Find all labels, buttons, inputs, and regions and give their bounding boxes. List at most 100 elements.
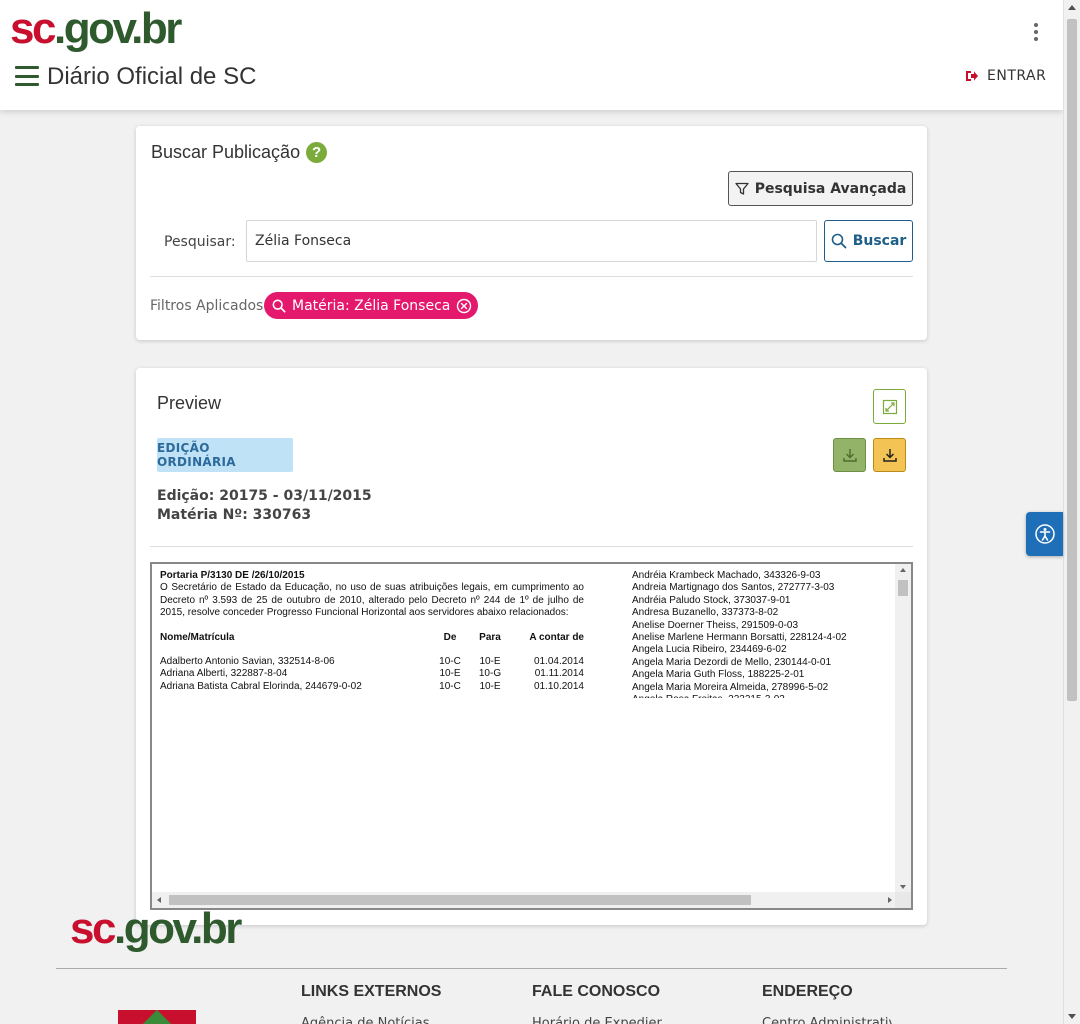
- scroll-left-arrow-icon[interactable]: [157, 897, 161, 903]
- sc-flag-emblem: [118, 1010, 196, 1024]
- download-icon: [842, 449, 857, 462]
- scroll-up-arrow-icon[interactable]: [1068, 5, 1076, 10]
- list-item: Angela Lucia Ribeiro, 234469-6-02: [632, 644, 787, 656]
- filter-chip-label: Matéria: Zélia Fonseca: [292, 297, 451, 314]
- advanced-search-button[interactable]: Pesquisa Avançada: [728, 171, 913, 206]
- footer-link[interactable]: Horário de Expediente: [532, 1016, 662, 1024]
- footer-divider: [56, 968, 1007, 969]
- list-item: Angela Maria Guth Floss, 188225-2-01: [632, 669, 805, 681]
- document-table-header: Nome/Matrícula De Para A contar de: [160, 632, 584, 644]
- cell-to: 10-E: [479, 656, 501, 668]
- footer-heading-links: LINKS EXTERNOS: [301, 983, 442, 1000]
- scrollbar-thumb[interactable]: [898, 580, 908, 596]
- logo-govbr: gov.br: [63, 4, 183, 53]
- edition-badge: EDIÇÃO ORDINÁRIA: [157, 438, 293, 472]
- list-item: Anelise Marlene Hermann Borsatti, 228124…: [632, 632, 847, 644]
- search-button[interactable]: Buscar: [824, 220, 913, 262]
- list-item: Andreia Martignago dos Santos, 272777-3-…: [632, 582, 835, 594]
- cell-date: 01.10.2014: [533, 680, 584, 692]
- login-label: ENTRAR: [987, 68, 1047, 84]
- table-row: Adriana Batista Cabral Elorinda, 244679-…: [160, 681, 584, 693]
- advanced-search-label: Pesquisa Avançada: [754, 180, 907, 197]
- cell-date: 01.04.2014: [533, 656, 584, 668]
- footer-link[interactable]: Centro Administrativo: [762, 1016, 892, 1024]
- logo-dot: .: [53, 4, 66, 53]
- footer-heading-contact: FALE CONOSCO: [532, 983, 661, 1000]
- footer-link[interactable]: Agência de Notícias: [301, 1016, 431, 1024]
- cell-name: Adriana Alberti, 322887-8-04: [160, 668, 288, 680]
- download-icon: [882, 449, 897, 462]
- hamburger-menu-icon[interactable]: [15, 66, 39, 86]
- list-item: Andréia Krambeck Machado, 343326-9-03: [632, 570, 821, 581]
- filter-chip[interactable]: Matéria: Zélia Fonseca: [264, 292, 479, 319]
- cell-name: Adriana Batista Cabral Elorinda, 244679-…: [160, 680, 362, 692]
- cell-date: 01.11.2014: [534, 668, 584, 680]
- search-title-text: Buscar Publicação: [151, 142, 301, 162]
- download-button[interactable]: [833, 438, 866, 472]
- document-page: Portaria P/3130 DE /26/10/2015 O Secretá…: [160, 570, 890, 698]
- search-input[interactable]: [246, 220, 817, 262]
- table-row: Adalberto Antonio Savian, 332514-8-06 10…: [160, 656, 584, 668]
- scrollbar-thumb[interactable]: [1067, 19, 1077, 701]
- logo-sc: sc: [10, 4, 56, 53]
- scroll-down-arrow-icon[interactable]: [1068, 1014, 1076, 1019]
- divider: [150, 276, 913, 277]
- preview-title: Preview: [157, 393, 222, 413]
- header-to: Para: [479, 631, 501, 643]
- cell-from: 10-E: [439, 668, 461, 680]
- scroll-down-arrow-icon[interactable]: [900, 885, 906, 889]
- download-full-edition-button[interactable]: [873, 438, 906, 472]
- sc-gov-logo[interactable]: sc.gov.br: [10, 4, 183, 54]
- accessibility-button[interactable]: [1026, 512, 1063, 556]
- scroll-up-arrow-icon[interactable]: [900, 568, 906, 572]
- list-item: Andresa Buzanello, 337373-8-02: [632, 607, 779, 619]
- help-icon[interactable]: ?: [306, 142, 328, 163]
- list-item: Angela Rosa Freitas, 223215-3-03: [632, 694, 890, 698]
- table-row: Adriana Alberti, 322887-8-04 10-E 10-G 0…: [160, 668, 584, 680]
- divider: [150, 546, 913, 547]
- search-title: Buscar Publicação ?: [151, 142, 328, 163]
- materia-number: Matéria Nº: 330763: [157, 507, 312, 523]
- footer-heading-address: ENDEREÇO: [762, 983, 853, 1000]
- sign-in-icon: [966, 71, 978, 81]
- footer-logo[interactable]: sc.gov.br: [70, 904, 243, 954]
- page-scrollbar[interactable]: [1063, 0, 1080, 1024]
- list-item: Andréia Paludo Stock, 373037-9-01: [632, 594, 791, 606]
- scroll-right-arrow-icon[interactable]: [888, 897, 892, 903]
- header-from: De: [443, 631, 457, 643]
- document-right-column: Andréia Krambeck Machado, 343326-9-03 And…: [632, 570, 890, 698]
- login-button[interactable]: ENTRAR: [965, 68, 1046, 84]
- logo-govbr: gov.br: [123, 904, 243, 953]
- preview-card: Preview EDIÇÃO ORDINÁRIA Edição: 20175 -…: [136, 368, 927, 925]
- search-icon: [272, 299, 286, 313]
- more-options-icon[interactable]: [1026, 20, 1046, 44]
- scrollbar-corner: [895, 892, 911, 908]
- cell-from: 10-C: [439, 656, 461, 668]
- cell-to: 10-E: [479, 680, 501, 692]
- expand-button[interactable]: [873, 389, 906, 424]
- scrollbar-thumb[interactable]: [169, 895, 751, 905]
- filter-icon: [735, 182, 749, 195]
- edition-info: Edição: 20175 - 03/11/2015: [157, 488, 372, 504]
- search-card: Buscar Publicação ? Pesquisa Avançada Pe…: [136, 126, 927, 340]
- list-item: Angela Maria Dezordi de Mello, 230144-0-…: [632, 656, 832, 668]
- search-field-label: Pesquisar:: [164, 234, 236, 250]
- cell-from: 10-C: [439, 680, 461, 692]
- list-item: Anelise Doerner Theiss, 291509-0-03: [632, 619, 799, 631]
- viewer-vertical-scrollbar[interactable]: [895, 564, 911, 893]
- search-icon: [831, 233, 847, 249]
- viewer-horizontal-scrollbar[interactable]: [152, 892, 897, 908]
- expand-icon: [882, 399, 897, 414]
- logo-dot: .: [113, 904, 126, 953]
- logo-sc: sc: [70, 904, 116, 953]
- header-date: A contar de: [529, 631, 584, 643]
- site-header: sc.gov.br Diário Oficial de SC ENTRAR: [0, 0, 1063, 110]
- cell-name: Adalberto Antonio Savian, 332514-8-06: [160, 656, 335, 668]
- header-name: Nome/Matrícula: [160, 631, 235, 643]
- document-left-column: Portaria P/3130 DE /26/10/2015 O Secretá…: [160, 570, 584, 693]
- accessibility-icon: [1034, 524, 1055, 544]
- applied-filters-label: Filtros Aplicados:: [150, 298, 269, 314]
- list-item: Angela Maria Moreira Almeida, 278996-5-0…: [632, 681, 829, 693]
- remove-filter-icon[interactable]: [456, 298, 472, 314]
- document-viewer[interactable]: Portaria P/3130 DE /26/10/2015 O Secretá…: [150, 562, 913, 910]
